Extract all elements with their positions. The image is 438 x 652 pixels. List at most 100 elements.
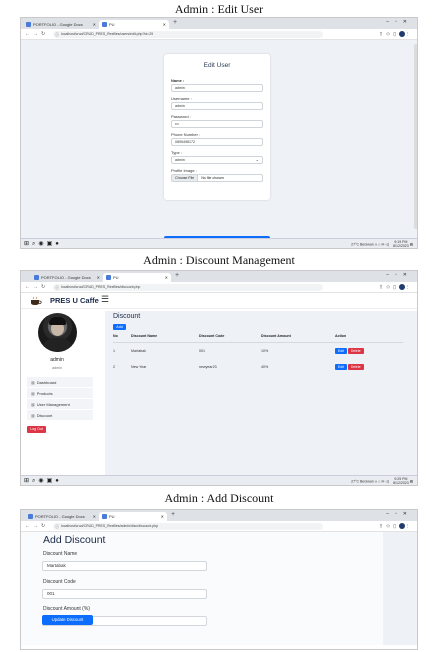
url-text: localhost/crud/CRUD_PRES_Rexfiles/admin/… [61,524,159,528]
password-input[interactable]: ••• [171,120,263,128]
address-bar: ←→↻ ⓘ localhost/crud/CRUD_PRES_Rexfiles/… [21,521,417,532]
user-name: admin [50,357,64,363]
browser-tab-app[interactable]: PU ✕ [103,273,171,282]
delete-button[interactable]: Delete [347,347,364,354]
screenshot-discount-management: PORTFOLIO - Google Docs ✕ PU ✕ + –▫✕ ←→↻… [20,270,418,486]
toolbar-icons[interactable]: ⇪✩▯ ⋮ [379,523,413,529]
close-icon[interactable]: ✕ [93,20,96,29]
edit-button[interactable]: Edit [335,363,347,370]
add-discount-page: Add Discount Discount Name Martabak Disc… [21,532,417,645]
notification-icon[interactable]: ▤ [410,479,413,483]
new-tab-icon[interactable]: + [175,272,179,279]
user-role: admin [52,366,62,370]
screenshot-edit-user: PORTFOLIO - Google Docs ✕ PU ✕ + –▫✕ ←→↻… [20,17,418,249]
docs-favicon-icon [28,514,33,519]
close-icon[interactable]: ✕ [97,273,100,282]
url-text: localhost/crud/CRUD_PRES_Rexfiles/discou… [61,285,141,289]
system-tray: 27°C Berawan ∧ ⌂ ✉ ◁) 9:25 PM 8/12/2023 ▤ [351,477,413,485]
type-select-value: admin [175,158,185,162]
navigation-arrows-icon[interactable]: ←→↻ [25,523,48,529]
dashboard-icon: ▦ [31,380,35,385]
avatar-body [42,338,73,352]
cell-no: 2 [113,364,115,369]
close-icon[interactable]: ✕ [165,273,168,282]
navigation-arrows-icon[interactable]: ←→↻ [25,284,48,290]
username-input[interactable]: admin [171,102,263,110]
sidebar-menu: ▦ Dashboard ▦ Products ▦ User Management ▦ D… [27,377,93,421]
window-controls-icon[interactable]: –▫✕ [386,272,413,278]
column-header-code: Discount Code [199,333,261,343]
sidebar-item-discount[interactable]: ▦ Discount [27,410,93,421]
windows-taskbar: ⊞⌕◉▣● 27°C Berawan ∧ ⌂ ✉ ◁) 9:25 PM 8/12/… [21,475,417,485]
browser-tab-app[interactable]: PU ✕ [99,512,167,521]
profile-image-file-input[interactable]: Choose File No file chosen [171,174,263,182]
navigation-arrows-icon[interactable]: ←→↻ [25,31,48,37]
update-discount-button[interactable]: Update Discount [42,615,93,625]
sidebar-item-user-management[interactable]: ▦ User Management [27,399,93,410]
cell-name: New Year [131,364,147,369]
url-input[interactable]: ⓘ localhost/crud/CRUD_PRES_Rexfiles/disc… [53,284,323,291]
edit-user-page: Edit User Name : admin Username : admin … [21,40,417,243]
new-tab-icon[interactable]: + [171,511,175,518]
delete-button[interactable]: Delete [347,363,364,370]
weather-text: 27°C Berawan [351,242,374,247]
address-bar: ←→↻ ⓘ localhost/crud/CRUD_PRES_Rexfiles/… [21,29,417,40]
close-icon[interactable]: ✕ [93,512,96,521]
weather-text: 27°C Berawan [351,479,374,484]
browser-tab-docs[interactable]: PORTFOLIO - Google Docs ✕ [23,20,99,29]
edit-button[interactable]: Edit [335,347,347,354]
phone-input[interactable]: 0895498172 [171,138,263,146]
page-title: Edit User [203,62,231,69]
profile-icon[interactable] [399,31,405,37]
tray-icons[interactable]: ∧ ⌂ ✉ ◁) [375,479,389,483]
sidebar: admin admin ▦ Dashboard ▦ Products ▦ User M… [24,311,93,485]
window-controls-icon[interactable]: –▫✕ [386,19,413,25]
info-icon: ⓘ [55,32,59,37]
discount-name-input[interactable]: Martabak [42,561,207,571]
new-tab-icon[interactable]: + [173,19,177,26]
sidebar-item-products[interactable]: ▦ Products [27,388,93,399]
logout-button[interactable]: Log Out [27,426,46,433]
window-controls-icon[interactable]: –▫✕ [386,511,413,517]
avatar-hair [49,317,66,325]
browser-tab-docs[interactable]: PORTFOLIO - Google Docs ✕ [31,273,103,282]
notification-icon[interactable]: ▤ [410,242,413,246]
hamburger-menu-icon[interactable]: ☰ [101,294,109,305]
taskbar-apps-icon[interactable]: ⊞⌕◉▣● [24,240,62,248]
sidebar-item-label: Products [36,391,53,396]
users-icon: ▦ [31,402,35,407]
avatar [38,313,77,352]
edit-user-card: Edit User Name : admin Username : admin … [164,54,270,200]
tab-title: PORTFOLIO - Google Docs [33,22,83,27]
browser-tab-docs[interactable]: PORTFOLIO - Google Docs ✕ [25,512,99,521]
info-icon: ⓘ [55,285,59,290]
name-input[interactable]: admin [171,84,263,92]
discount-code-input[interactable]: 001 [42,589,207,599]
browser-tab-bar: PORTFOLIO - Google Docs ✕ PU ✕ + –▫✕ [21,510,417,521]
name-label: Name : [171,78,185,83]
taskbar-apps-icon[interactable]: ⊞⌕◉▣● [24,477,62,485]
caption-edit-user: Admin : Edit User [174,2,264,16]
screenshot-add-discount: PORTFOLIO - Google Docs ✕ PU ✕ + –▫✕ ←→↻… [20,509,418,650]
tray-icons[interactable]: ∧ ⌂ ✉ ◁) [375,242,389,246]
column-header-no: No [113,333,131,343]
close-icon[interactable]: ✕ [161,512,164,521]
profile-icon[interactable] [399,284,405,290]
close-icon[interactable]: ✕ [163,20,166,29]
cell-code: newyear23 [199,364,217,369]
toolbar-icons[interactable]: ⇪✩▯ ⋮ [379,284,413,290]
add-discount-button[interactable]: Add [113,324,126,330]
browser-tab-app[interactable]: PU ✕ [99,20,169,29]
system-tray: 27°C Berawan ∧ ⌂ ✉ ◁) 9:19 PM 8/12/2023 ▤ [351,240,413,248]
cell-action: Edit Delete [335,359,403,375]
choose-file-button[interactable]: Choose File [172,175,199,181]
profile-icon[interactable] [399,523,405,529]
toolbar-icons[interactable]: ⇪✩▯ ⋮ [379,31,413,37]
url-input[interactable]: ⓘ localhost/crud/CRUD_PRES_Rexfiles/user… [53,31,323,38]
url-input[interactable]: ⓘ localhost/crud/CRUD_PRES_Rexfiles/admi… [53,523,323,530]
type-select[interactable]: admin ⌄ [171,156,263,164]
scrollbar[interactable] [414,44,417,229]
sidebar-item-dashboard[interactable]: ▦ Dashboard [27,377,93,388]
caption-add-discount: Admin : Add Discount [164,491,274,505]
username-label: Username : [171,96,192,101]
